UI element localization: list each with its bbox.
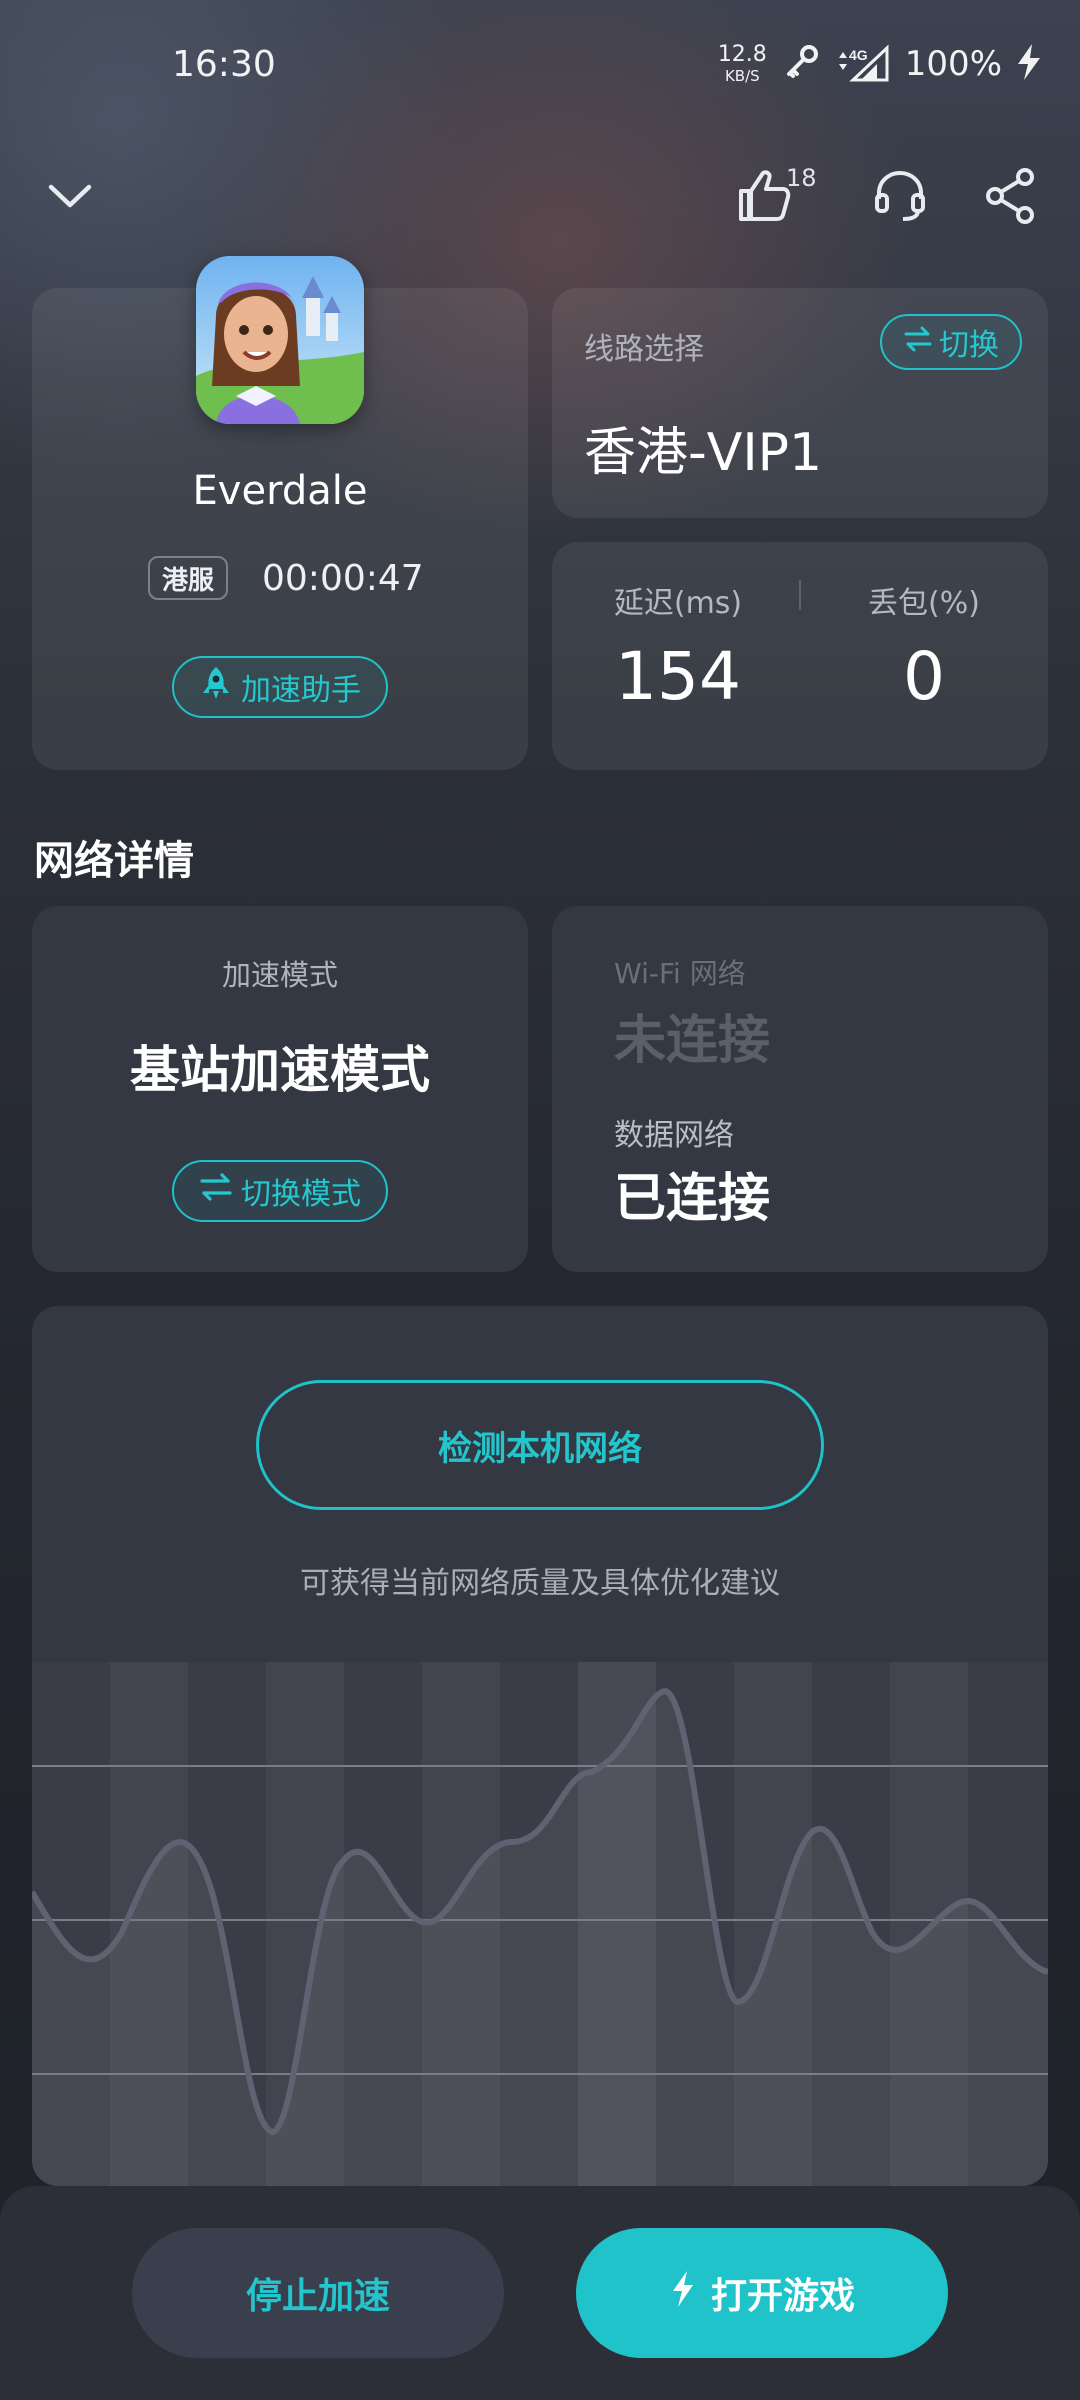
region-badge: 港服	[148, 556, 228, 600]
mode-label: 加速模式	[221, 958, 338, 992]
swap-icon	[199, 1173, 233, 1209]
lightning-icon	[669, 2269, 697, 2318]
route-label: 线路选择	[584, 332, 704, 367]
route-switch-button[interactable]: 切换	[880, 314, 1022, 370]
latency-label: 延迟(ms)	[613, 586, 743, 621]
stop-accelerate-button[interactable]: 停止加速	[132, 2228, 504, 2358]
like-count: 18	[786, 164, 817, 192]
loss-label: 丢包(%)	[868, 586, 980, 621]
mode-switch-label: 切换模式	[241, 1177, 361, 1212]
data-state: 已连接	[614, 1169, 771, 1229]
share-icon[interactable]	[980, 166, 1040, 226]
mode-switch-button[interactable]: 切换模式	[172, 1160, 388, 1222]
route-name: 香港-VIP1	[584, 423, 823, 483]
headset-icon[interactable]	[870, 166, 930, 226]
assistant-button[interactable]: 加速助手	[172, 656, 388, 718]
metrics-divider	[799, 580, 801, 610]
network-type: 4G	[849, 47, 868, 63]
wifi-state: 未连接	[614, 1011, 771, 1071]
net-speed-unit: KB/S	[724, 67, 760, 85]
status-time: 16:30	[172, 44, 276, 85]
thumbs-up-icon[interactable]	[734, 166, 794, 226]
elapsed-timer: 00:00:47	[262, 557, 424, 599]
battery-charging-icon	[1016, 42, 1042, 86]
status-bar-indicators: 12.8 KB/S 4G 100%	[718, 42, 1042, 86]
mode-value: 基站加速模式	[130, 1041, 430, 1099]
game-name: Everdale	[192, 468, 368, 514]
net-speed-value: 12.8	[717, 42, 767, 67]
battery-percent: 100%	[904, 44, 1002, 84]
signal-icon: 4G	[835, 44, 891, 84]
assistant-label: 加速助手	[241, 673, 361, 708]
loss-value: 0	[903, 638, 945, 715]
swap-icon	[903, 325, 933, 360]
chevron-down-icon[interactable]	[40, 166, 100, 226]
open-game-label: 打开游戏	[710, 2276, 855, 2317]
net-speed: 12.8 KB/S	[718, 44, 767, 84]
rocket-icon	[199, 665, 233, 709]
detect-network-button[interactable]: 检测本机网络	[256, 1380, 824, 1510]
key-icon	[781, 42, 821, 86]
detect-hint: 可获得当前网络质量及具体优化建议	[300, 1566, 780, 1601]
latency-value: 154	[615, 638, 741, 715]
game-icon	[196, 256, 364, 424]
network-wave-graphic	[32, 1662, 1048, 2186]
data-label: 数据网络	[614, 1118, 734, 1153]
route-switch-label: 切换	[939, 328, 999, 363]
open-game-button[interactable]: 打开游戏	[576, 2228, 948, 2358]
section-title: 网络详情	[34, 838, 194, 884]
wifi-label: Wi-Fi 网络	[614, 957, 746, 990]
